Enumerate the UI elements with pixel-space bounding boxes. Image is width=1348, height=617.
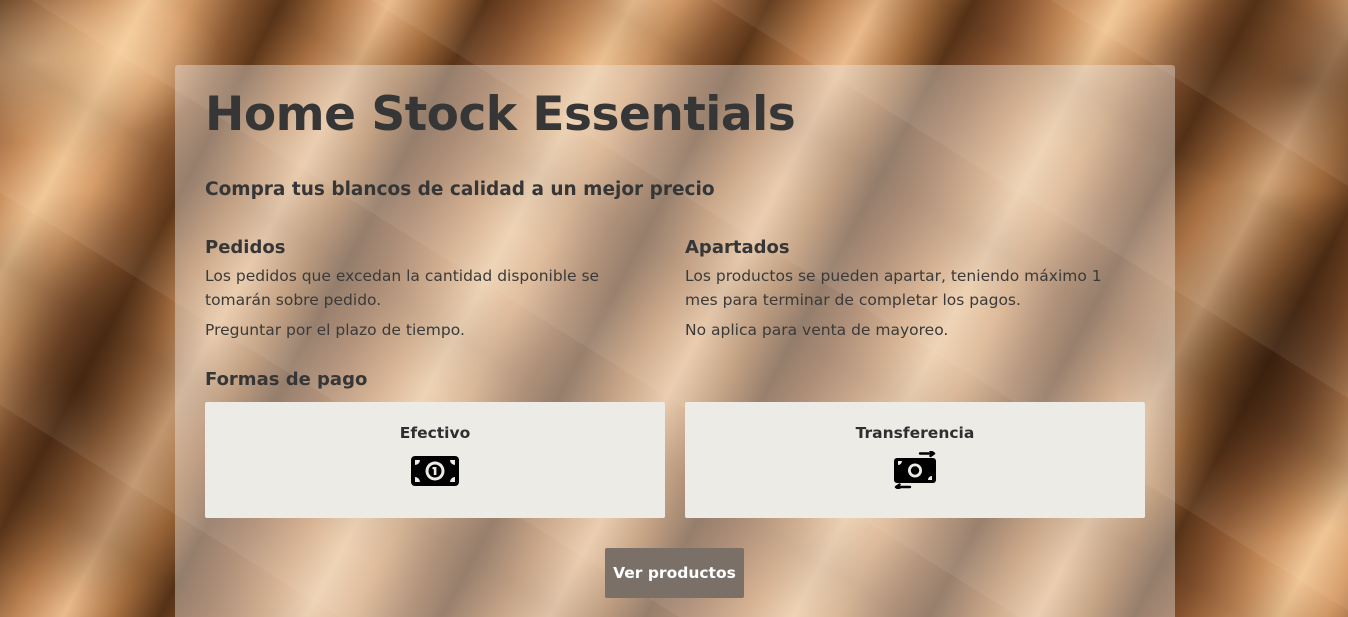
payment-method-label: Transferencia [855, 424, 975, 442]
pedidos-section: Pedidos Los pedidos que excedan la canti… [205, 237, 645, 348]
payment-method-transfer: Transferencia [685, 402, 1145, 518]
page-title: Home Stock Essentials [205, 87, 796, 142]
money-transfer-icon [894, 451, 936, 489]
payment-method-cash: Efectivo [205, 402, 665, 518]
view-products-button[interactable]: Ver productos [605, 548, 744, 598]
apartados-heading: Apartados [685, 237, 790, 258]
pedidos-paragraph: Preguntar por el plazo de tiempo. [205, 321, 465, 339]
apartados-paragraph: No aplica para venta de mayoreo. [685, 321, 949, 339]
apartados-section: Apartados Los productos se pueden aparta… [685, 237, 1125, 348]
pedidos-heading: Pedidos [205, 237, 286, 258]
page-subtitle: Compra tus blancos de calidad a un mejor… [205, 179, 715, 200]
info-card: Home Stock Essentials Compra tus blancos… [175, 65, 1175, 617]
payment-method-label: Efectivo [399, 424, 471, 442]
money-bill-icon [411, 456, 459, 486]
apartados-paragraph: Los productos se pueden apartar, teniend… [685, 267, 1102, 309]
pedidos-paragraph: Los pedidos que excedan la cantidad disp… [205, 267, 600, 309]
payments-heading: Formas de pago [205, 369, 368, 390]
